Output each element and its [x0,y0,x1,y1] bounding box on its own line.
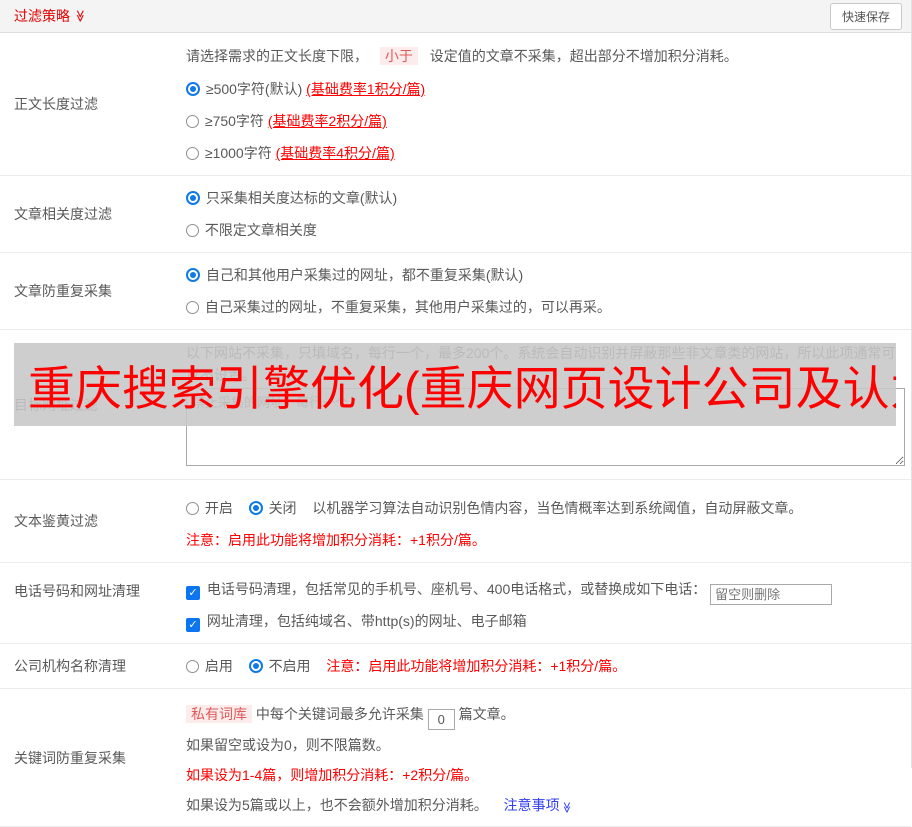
keyword-limit-line: 私有词库 中每个关键词最多允许采集 篇文章。 [186,699,903,730]
radio-icon[interactable] [186,191,200,205]
radio-icon[interactable] [248,659,263,673]
url-clean-line: ✓ 网址清理，包括纯域名、带http(s)的网址、电子邮箱 [186,605,903,637]
keyword-note-five: 如果设为5篇或以上，也不会额外增加积分消耗。 注意事项≫ [186,797,572,814]
porn-filter-note: 注意：启用此功能将增加积分消耗：+1积分/篇。 [186,532,486,548]
check-icon[interactable]: ✓ [186,618,200,632]
length-filter-intro: 请选择需求的正文长度下限， 小于 设定值的文章不采集，超出部分不增加积分消耗。 [186,47,738,65]
porn-filter-options: 开启 关闭 以机器学习算法自动识别色情内容，当色情概率达到系统阈值，自动屏蔽文章… [186,492,903,524]
dedup-option-1[interactable]: 自己和其他用户采集过的网址，都不重复采集(默认) [186,259,903,291]
relevance-option-2[interactable]: 不限定文章相关度 [186,214,903,246]
page-title-text: 过滤策略 [14,8,70,24]
length-option-750[interactable]: ≥750字符 (基础费率2积分/篇) [186,105,903,137]
section-label: 文章防重复采集 [14,283,112,299]
notice-link[interactable]: 注意事项≫ [504,797,572,813]
section-label: 公司机构名称清理 [14,658,126,674]
quick-save-button[interactable]: 快速保存 [829,2,902,30]
section-relevance-filter: 文章相关度过滤 只采集相关度达标的文章(默认) 不限定文章相关度 [0,176,911,253]
keyword-note-cost: 如果设为1-4篇，则增加积分消耗：+2积分/篇。 [186,767,479,783]
porn-filter-desc: 以机器学习算法自动识别色情内容，当色情概率达到系统阈值，自动屏蔽文章。 [312,500,803,516]
double-chevron-down-icon: ≫ [559,801,572,814]
keyword-note-empty: 如果留空或设为0，则不限篇数。 [186,737,390,753]
company-option-off[interactable]: 不启用 [248,658,315,674]
section-label: 电话号码和网址清理 [14,583,140,599]
length-option-500[interactable]: ≥500字符(默认) (基础费率1积分/篇) [186,73,903,105]
lt-highlight: 小于 [379,47,418,65]
radio-icon[interactable] [186,82,200,96]
porn-option-on[interactable]: 开启 [186,500,237,516]
radio-icon[interactable] [186,268,200,282]
section-company-clean: 公司机构名称清理 启用 不启用 注意：启用此功能将增加积分消耗：+1积分/篇。 [0,644,911,689]
radio-icon[interactable] [186,224,199,237]
radio-icon[interactable] [186,147,199,160]
radio-icon[interactable] [186,115,199,128]
check-icon[interactable]: ✓ [186,586,200,600]
section-label: 关键词防重复采集 [14,749,126,766]
radio-icon[interactable] [186,301,199,314]
relevance-option-1[interactable]: 只采集相关度达标的文章(默认) [186,182,903,214]
double-chevron-down-icon: ≫ [73,9,88,23]
keyword-limit-input[interactable] [427,709,455,730]
header-bar: 过滤策略 ≫ 快速保存 [0,0,911,33]
section-label: 文章相关度过滤 [14,206,112,222]
section-keyword-dedup: 关键词防重复采集 私有词库 中每个关键词最多允许采集 篇文章。 如果留空或设为0… [0,689,911,827]
porn-option-off[interactable]: 关闭 [248,500,301,516]
private-lexicon-highlight: 私有词库 [186,705,252,723]
replace-phone-input[interactable] [710,584,833,605]
fee-note: (基础费率1积分/篇) [306,81,426,97]
section-dedup-filter: 文章防重复采集 自己和其他用户采集过的网址，都不重复采集(默认) 自己采集过的网… [0,253,911,330]
section-phone-clean: ✓ 电话号码清理，包括常见的手机号、座机号、400电话格式，或替换成如下电话： … [0,563,911,644]
fee-note: (基础费率2积分/篇) [267,113,387,129]
company-clean-note: 注意：启用此功能将增加积分消耗：+1积分/篇。 [326,658,627,674]
filter-strategy-page: 过滤策略 ≫ 快速保存 正文长度过滤 请选择需求的正文长度下限， 小于 设定值的… [0,0,912,827]
radio-icon[interactable] [248,501,263,515]
radio-icon[interactable] [186,502,199,515]
radio-icon[interactable] [186,660,199,673]
section-label: 正文长度过滤 [14,96,98,112]
length-option-1000[interactable]: ≥1000字符 (基础费率4积分/篇) [186,137,903,169]
phone-clean-line: ✓ 电话号码清理，包括常见的手机号、座机号、400电话格式，或替换成如下电话： [186,573,903,605]
section-length-filter: 正文长度过滤 请选择需求的正文长度下限， 小于 设定值的文章不采集，超出部分不增… [0,33,911,176]
fee-note: (基础费率4积分/篇) [275,145,395,161]
dedup-option-2[interactable]: 自己采集过的网址，不重复采集，其他用户采集过的，可以再采。 [186,291,903,323]
watermark-overlay: 重庆搜索引擎优化(重庆网页设计公司及认为S [14,343,896,426]
section-label: 文本鉴黄过滤 [14,513,98,529]
page-title[interactable]: 过滤策略 ≫ [14,6,87,26]
company-clean-options: 启用 不启用 注意：启用此功能将增加积分消耗：+1积分/篇。 [186,650,626,682]
section-porn-filter: 文本鉴黄过滤 开启 关闭 以机器学习算法自动识别色情内容，当色情概率达到系统阈值… [0,480,911,563]
watermark-text: 重庆搜索引擎优化(重庆网页设计公司及认为S [28,362,896,415]
company-option-on[interactable]: 启用 [186,658,237,674]
